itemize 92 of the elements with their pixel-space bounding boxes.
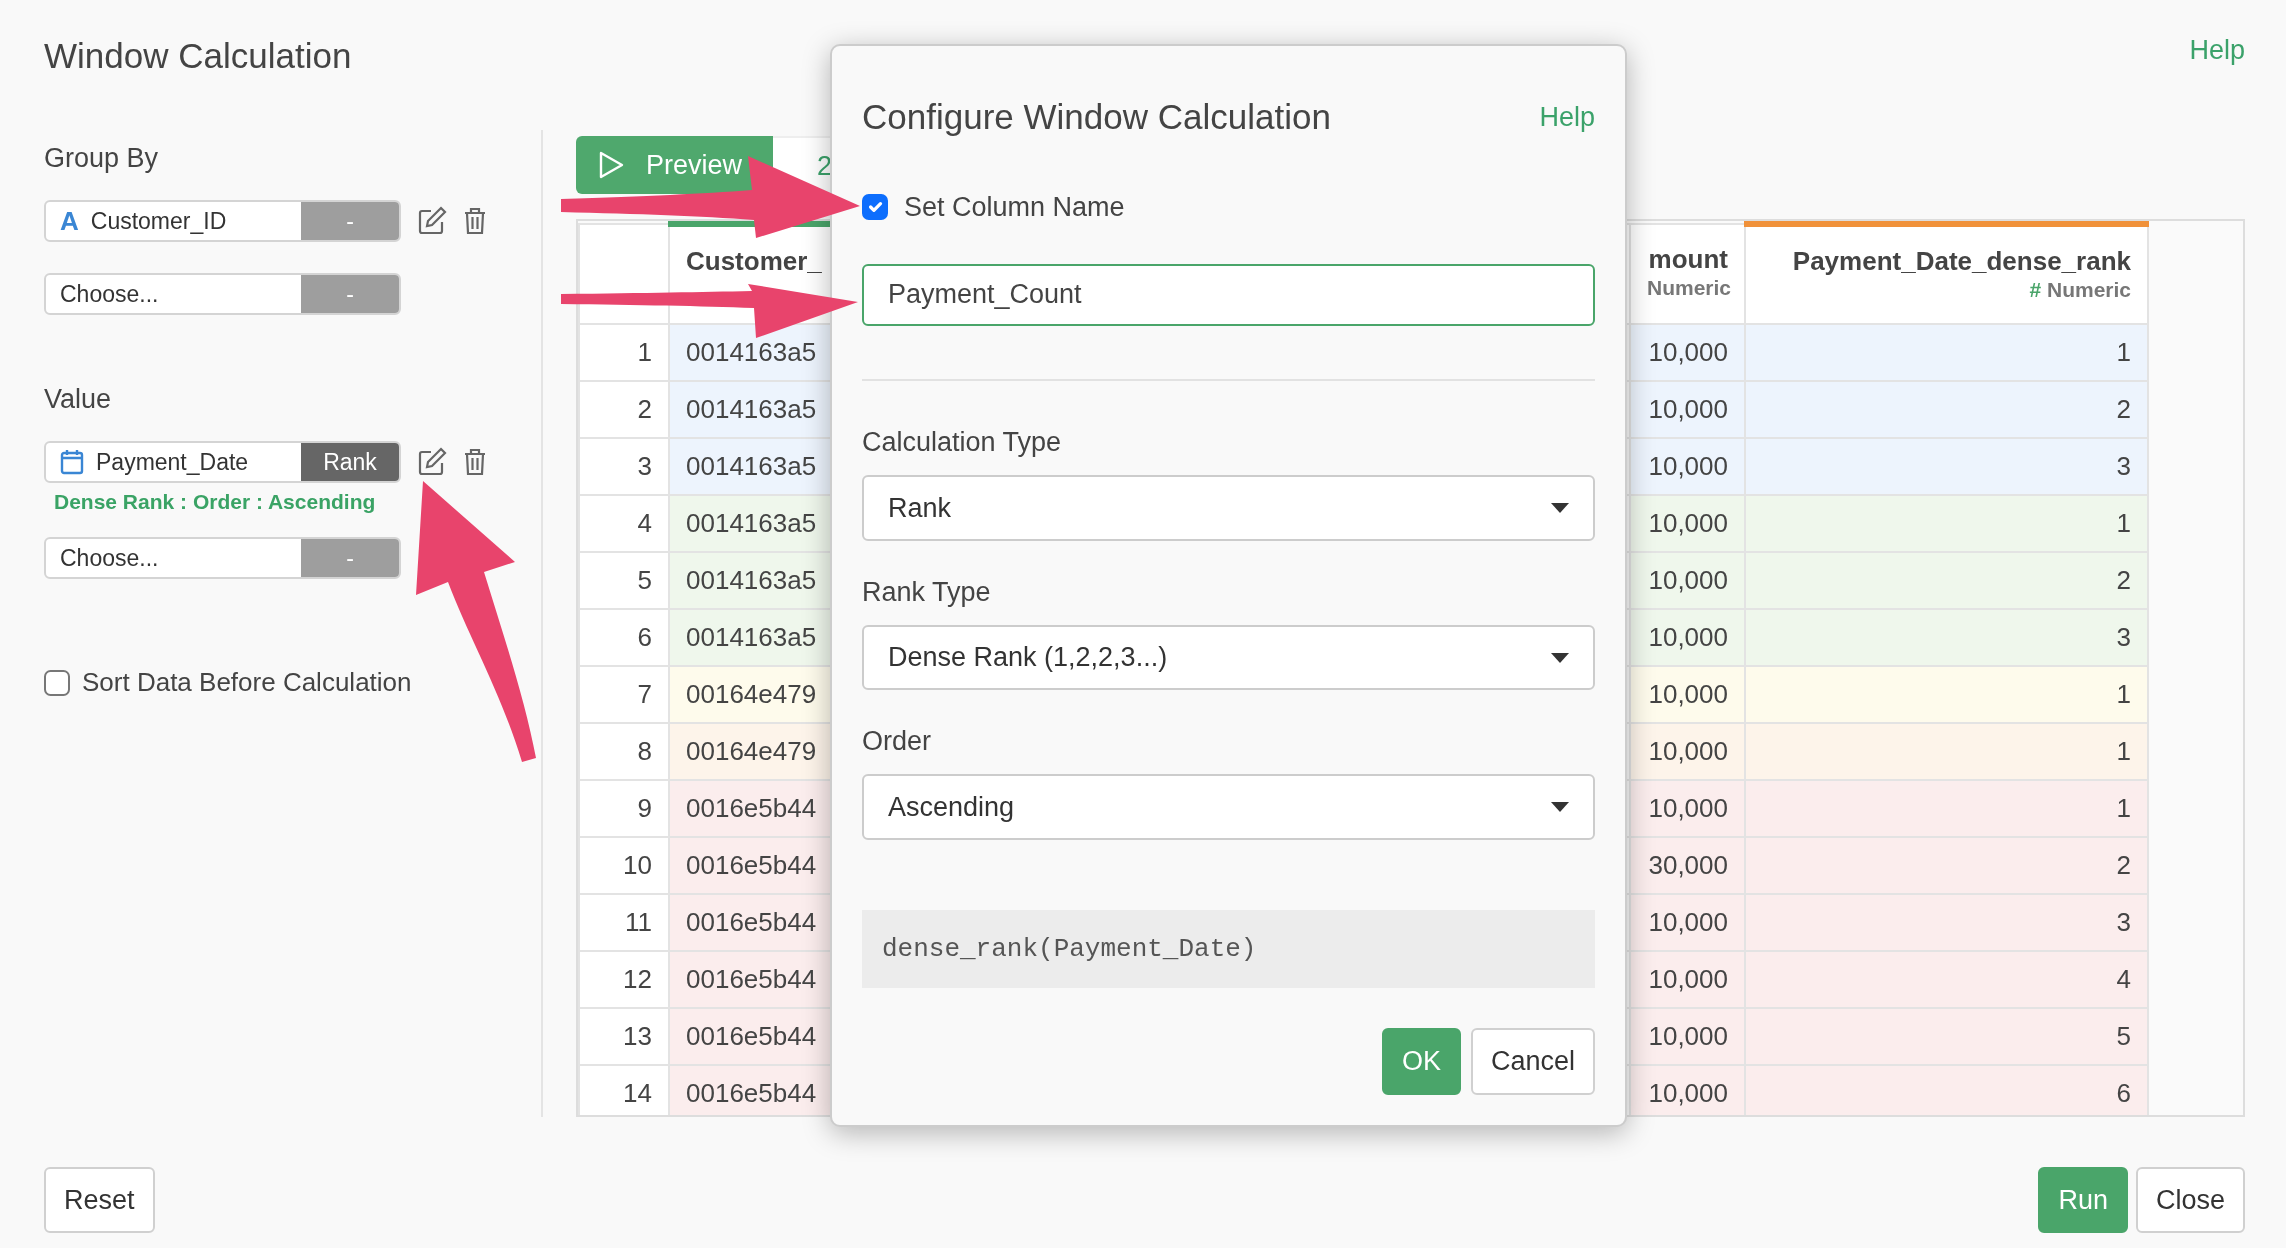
field-label: Calculation Type bbox=[862, 426, 1063, 459]
table-cell: 10,000 bbox=[1630, 723, 1745, 780]
row-number: 13 bbox=[579, 1008, 669, 1065]
header-name: Customer_ bbox=[686, 245, 823, 277]
table-cell: 10,000 bbox=[1630, 552, 1745, 609]
trash-icon[interactable] bbox=[463, 448, 487, 476]
function-tag: - bbox=[301, 202, 399, 240]
edit-icon[interactable] bbox=[417, 206, 447, 236]
table-cell: 10,000 bbox=[1630, 609, 1745, 666]
table-cell: 10,000 bbox=[1630, 894, 1745, 951]
table-cell: 10,000 bbox=[1630, 1008, 1745, 1065]
table-cell: 10,000 bbox=[1630, 438, 1745, 495]
row-number: 10 bbox=[579, 837, 669, 894]
input-field[interactable]: Payment_Count bbox=[862, 263, 1595, 327]
table-cell: 3 bbox=[1745, 438, 2148, 495]
row-number: 2 bbox=[579, 381, 669, 438]
table-cell: 30,000 bbox=[1630, 837, 1745, 894]
type-label: Numeric bbox=[1647, 276, 1732, 299]
cancel-button[interactable]: Cancel bbox=[1470, 1028, 1595, 1095]
column-picker[interactable]: Choose... - bbox=[44, 537, 401, 579]
table-cell: 2 bbox=[1745, 381, 2148, 438]
table-cell: 1 bbox=[1745, 495, 2148, 552]
checkbox[interactable] bbox=[44, 669, 70, 696]
row-number: 5 bbox=[579, 552, 669, 609]
play-icon bbox=[598, 151, 624, 179]
table-cell: 2 bbox=[1745, 837, 2148, 894]
table-cell: 10,000 bbox=[1630, 495, 1745, 552]
column-header[interactable]: mount Numeric bbox=[1630, 224, 1745, 324]
row-number: 8 bbox=[579, 723, 669, 780]
table-cell: 4 bbox=[1745, 951, 2148, 1008]
function-tag: Rank bbox=[301, 443, 399, 481]
header-name: Payment_Date_dense_rank bbox=[1791, 245, 2131, 277]
table-cell: 1 bbox=[1745, 780, 2148, 837]
table-cell: 1 bbox=[1745, 666, 2148, 723]
table-cell: 10,000 bbox=[1630, 666, 1745, 723]
table-cell: 10,000 bbox=[1630, 951, 1745, 1008]
column-picker[interactable]: Choose... - bbox=[44, 273, 401, 315]
table-cell: 1 bbox=[1745, 723, 2148, 780]
table-cell: 10,000 bbox=[1630, 1065, 1745, 1115]
header-name: mount bbox=[1647, 243, 1728, 275]
reset-button[interactable]: Reset bbox=[44, 1167, 155, 1233]
function-tag: - bbox=[301, 539, 399, 577]
table-cell: 6 bbox=[1745, 1065, 2148, 1115]
row-number: 14 bbox=[579, 1065, 669, 1115]
edit-icon[interactable] bbox=[417, 447, 447, 477]
table-cell: 3 bbox=[1745, 609, 2148, 666]
summary-text: Dense Rank : Order : Ascending bbox=[53, 490, 377, 514]
caret-icon bbox=[1551, 802, 1569, 813]
page-title: Window Calculation bbox=[44, 35, 352, 77]
section-label: Group By bbox=[44, 142, 160, 174]
column-picker[interactable]: A Customer_ID - bbox=[44, 200, 401, 242]
expression-preview: dense_rank(Payment_Date) bbox=[862, 910, 1595, 988]
type-icon: # bbox=[2029, 278, 2042, 301]
checkbox-label: Set Column Name bbox=[904, 191, 1125, 224]
dropdown[interactable]: Dense Rank (1,2,2,3...) bbox=[862, 624, 1595, 691]
table-cell: 5 bbox=[1745, 1008, 2148, 1065]
caret-icon bbox=[1551, 503, 1569, 513]
row-number: 1 bbox=[579, 324, 669, 381]
table-cell: 3 bbox=[1745, 894, 2148, 951]
row-number: 6 bbox=[579, 609, 669, 666]
dropdown[interactable]: Rank bbox=[862, 475, 1595, 541]
table-cell: 10,000 bbox=[1630, 780, 1745, 837]
row-number: 11 bbox=[579, 894, 669, 951]
checkbox[interactable] bbox=[862, 194, 888, 221]
checkbox-label: Sort Data Before Calculation bbox=[82, 666, 412, 699]
column-name: Payment_Date bbox=[96, 447, 249, 477]
dialog-title: Configure Window Calculation bbox=[862, 96, 1331, 138]
table-cell: 10,000 bbox=[1630, 324, 1745, 381]
trash-icon[interactable] bbox=[463, 207, 487, 235]
caret-icon bbox=[1551, 652, 1569, 663]
close-button[interactable]: Close bbox=[2135, 1167, 2245, 1233]
row-number: 7 bbox=[579, 666, 669, 723]
dropdown[interactable]: Ascending bbox=[862, 774, 1595, 841]
column-name: Choose... bbox=[60, 543, 159, 573]
column-picker[interactable]: Payment_Date Rank bbox=[44, 441, 401, 483]
table-cell: 2 bbox=[1745, 552, 2148, 609]
type-label: Numeric bbox=[2046, 278, 2131, 301]
column-header[interactable]: Payment_Date_dense_rank # Numeric bbox=[1745, 224, 2148, 324]
section-label: Value bbox=[44, 383, 113, 415]
table-cell: 10,000 bbox=[1630, 381, 1745, 438]
row-number: 3 bbox=[579, 438, 669, 495]
row-number: 4 bbox=[579, 495, 669, 552]
function-tag: - bbox=[301, 275, 399, 313]
column-name: Choose... bbox=[60, 279, 159, 309]
type-icon: A bbox=[60, 202, 79, 240]
field-label: Order bbox=[862, 725, 933, 758]
table-cell: 1 bbox=[1745, 324, 2148, 381]
column-name: Customer_ID bbox=[90, 206, 227, 236]
row-number: 9 bbox=[579, 780, 669, 837]
row-number: 12 bbox=[579, 951, 669, 1008]
field-label: Rank Type bbox=[862, 575, 992, 608]
calendar-icon bbox=[60, 449, 84, 475]
